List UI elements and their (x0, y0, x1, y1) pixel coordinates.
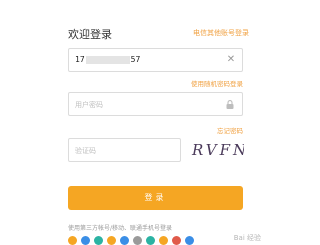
header: 欢迎登录 电信其他账号登录 (0, 0, 267, 52)
phone-suffix: 57 (130, 55, 141, 64)
phone-prefix: 17 (75, 55, 85, 64)
phone-field[interactable]: 17 57 ✕ (68, 48, 243, 72)
watermark: Bai 经验 (233, 234, 261, 242)
password-placeholder: 用户密码 (75, 101, 103, 109)
login-button[interactable]: 登录 (68, 186, 243, 210)
random-password-login-link[interactable]: 使用随机密码登录 (191, 78, 243, 88)
captcha-code: RVFN (191, 141, 244, 159)
phone-mask (85, 55, 130, 64)
lock-icon (226, 100, 234, 109)
captcha-placeholder: 验证码 (75, 147, 96, 155)
captcha-input[interactable]: 验证码 (68, 138, 181, 162)
social-login-icon[interactable] (68, 236, 77, 245)
social-login-icon[interactable] (133, 236, 142, 245)
social-login-icon[interactable] (146, 236, 155, 245)
password-field[interactable]: 用户密码 (68, 92, 243, 116)
social-login-row (68, 236, 248, 245)
forgot-password-link[interactable]: 忘记密码 (217, 125, 243, 135)
other-account-login-link[interactable]: 电信其他账号登录 (193, 28, 249, 38)
social-login-icon[interactable] (81, 236, 90, 245)
social-login-icon[interactable] (185, 236, 194, 245)
close-icon[interactable]: ✕ (225, 54, 237, 66)
social-login-icon[interactable] (120, 236, 129, 245)
social-login-icon[interactable] (172, 236, 181, 245)
captcha-image[interactable]: RVFN (188, 135, 244, 163)
social-login-icon[interactable] (107, 236, 116, 245)
social-login-icon[interactable] (94, 236, 103, 245)
phone-value: 17 57 (75, 55, 140, 64)
page-title: 欢迎登录 (68, 28, 112, 41)
social-login-icon[interactable] (159, 236, 168, 245)
third-party-login-text: 使用第三方帐号/移动、联通手机号登录 (68, 225, 173, 232)
